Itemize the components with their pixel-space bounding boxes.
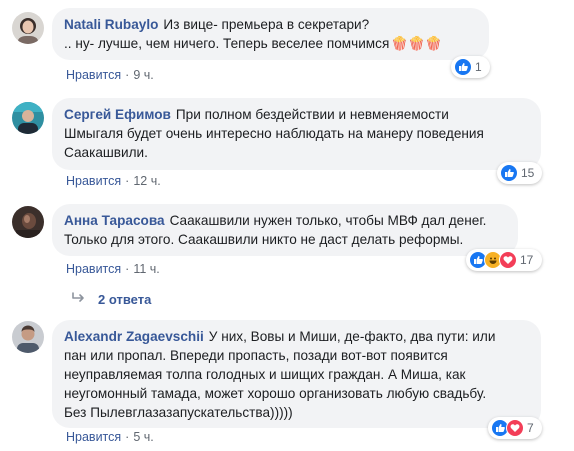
like-link[interactable]: Нравится <box>66 68 121 82</box>
comment-actions: Нравится · 9 ч. <box>66 68 154 82</box>
comment-actions: Нравится · 11 ч. <box>66 262 160 276</box>
reaction-count: 7 <box>527 421 534 435</box>
like-link[interactable]: Нравится <box>66 262 121 276</box>
separator-dot: · <box>125 262 130 276</box>
reaction-summary[interactable]: 1 <box>451 56 490 78</box>
popcorn-emoji: 🍿🍿🍿 <box>391 36 443 51</box>
avatar[interactable] <box>12 321 44 353</box>
avatar[interactable] <box>12 206 44 238</box>
comment-time[interactable]: 5 ч. <box>133 430 153 444</box>
like-reaction-icon <box>500 164 518 182</box>
replies-count-label[interactable]: 2 ответа <box>98 292 151 307</box>
comment-author[interactable]: Alexandr Zagaevschii <box>64 329 204 344</box>
love-reaction-icon <box>499 251 517 269</box>
comment-time[interactable]: 11 ч. <box>133 262 159 276</box>
separator-dot: · <box>125 430 130 444</box>
comment-bubble: Анна Тарасова Саакашвили нужен только, чт… <box>52 204 518 256</box>
comment-actions: Нравится · 12 ч. <box>66 174 161 188</box>
reaction-count: 15 <box>521 166 535 180</box>
reaction-count: 17 <box>520 253 534 267</box>
comment-author[interactable]: Natali Rubaylo <box>64 17 158 32</box>
love-reaction-icon <box>506 419 524 437</box>
reaction-summary[interactable]: 15 <box>497 162 542 184</box>
separator-dot: · <box>125 68 130 82</box>
comment-bubble: Natali Rubaylo Из вице- премьера в секрет… <box>52 8 489 60</box>
reaction-summary[interactable]: 7 <box>488 417 542 439</box>
like-link[interactable]: Нравится <box>66 174 121 188</box>
like-reaction-icon <box>454 58 472 76</box>
view-replies-link[interactable]: 2 ответа <box>72 292 151 307</box>
separator-dot: · <box>125 174 130 188</box>
reaction-summary[interactable]: 17 <box>466 249 542 271</box>
reply-arrow-icon <box>72 292 86 307</box>
reaction-count: 1 <box>475 60 482 74</box>
comment-author[interactable]: Сергей Ефимов <box>64 107 171 122</box>
comment-author[interactable]: Анна Тарасова <box>64 213 165 228</box>
like-link[interactable]: Нравится <box>66 430 121 444</box>
comment-bubble: Сергей Ефимов При полном бездействии и не… <box>52 98 541 170</box>
comment-bubble: Alexandr Zagaevschii У них, Вовы и Миши, … <box>52 320 541 428</box>
avatar[interactable] <box>12 12 44 44</box>
comment-actions: Нравится · 5 ч. <box>66 430 154 444</box>
avatar[interactable] <box>12 102 44 134</box>
comment-time[interactable]: 12 ч. <box>133 174 160 188</box>
comment-time[interactable]: 9 ч. <box>133 68 153 82</box>
